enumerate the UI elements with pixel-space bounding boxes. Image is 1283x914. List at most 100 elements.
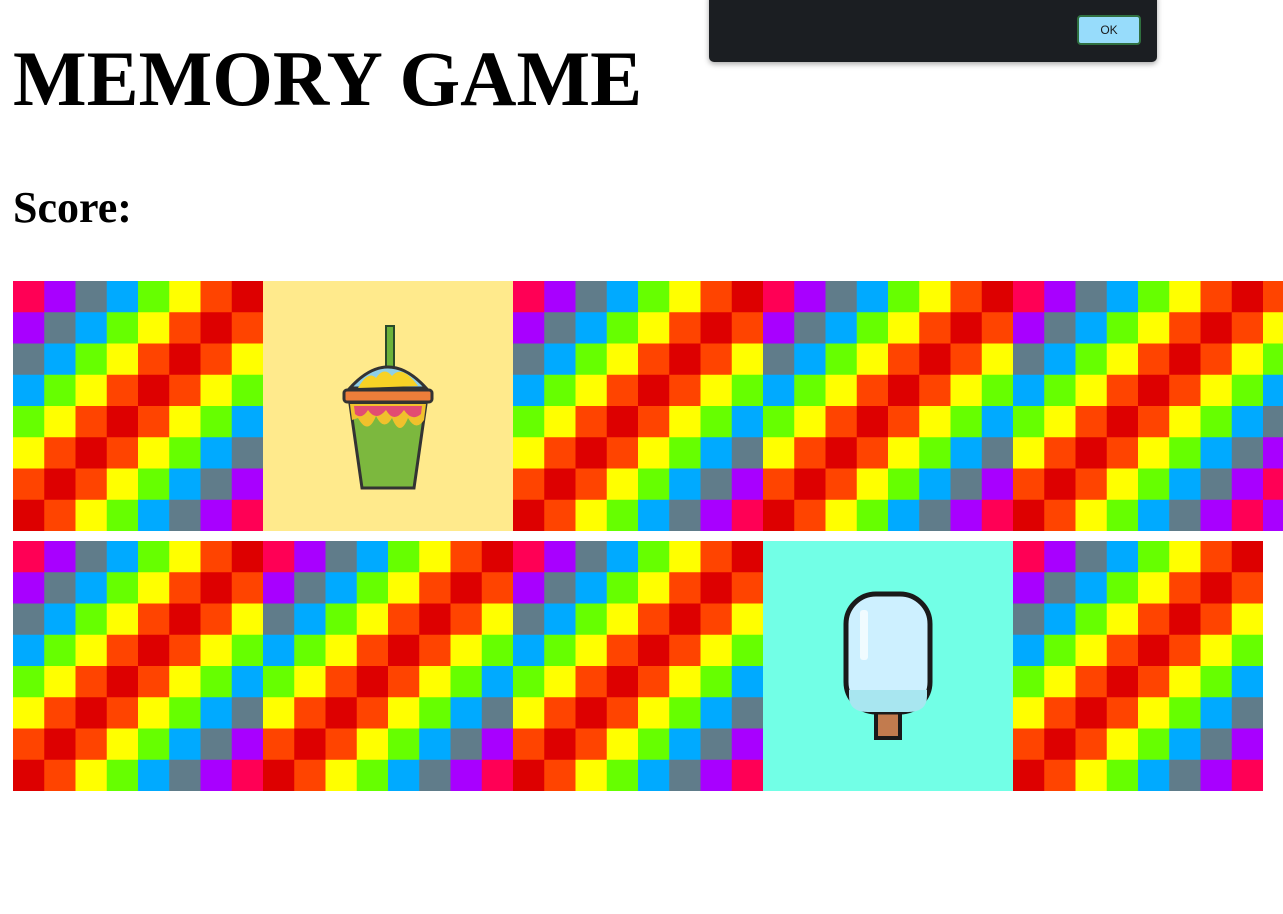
checker-cell: [44, 281, 76, 313]
checker-cell: [481, 759, 513, 791]
checker-cell: [169, 374, 201, 407]
checker-cell: [575, 759, 608, 791]
checker-pattern: [13, 541, 263, 791]
checker-pattern: [1013, 541, 1263, 791]
checker-cell: [106, 374, 139, 407]
checker-cell: [544, 343, 576, 376]
page-title: MEMORY GAME: [13, 35, 643, 122]
checker-cell: [1200, 572, 1233, 604]
checker-cell: [638, 437, 670, 469]
checker-cell: [1200, 281, 1233, 313]
checker-cell: [1138, 468, 1170, 501]
checker-cell: [200, 281, 233, 313]
checker-cell: [575, 666, 608, 698]
checker-cell: [638, 406, 670, 438]
checker-cell: [1169, 759, 1201, 791]
checker-cell: [1231, 634, 1263, 667]
card-back[interactable]: [13, 281, 263, 531]
checker-cell: [513, 728, 545, 761]
checker-cell: [200, 541, 233, 573]
checker-cell: [981, 343, 1013, 376]
checker-cell: [450, 572, 483, 604]
checker-cell: [669, 406, 701, 438]
card-face-slushie[interactable]: [263, 281, 513, 531]
popsicle-icon: [843, 591, 933, 740]
checker-cell: [450, 541, 483, 573]
checker-cell: [481, 541, 513, 573]
checker-cell: [231, 634, 263, 667]
checker-cell: [138, 541, 170, 573]
checker-cell: [1138, 499, 1170, 531]
checker-cell: [731, 499, 763, 531]
checker-cell: [231, 499, 263, 531]
checker-cell: [75, 759, 108, 791]
checker-cell: [138, 343, 170, 376]
checker-cell: [1231, 374, 1264, 407]
checker-cell: [575, 541, 608, 573]
checker-cell: [75, 468, 108, 501]
checker-cell: [44, 572, 76, 604]
checker-cell: [138, 666, 170, 698]
checker-cell: [1075, 541, 1108, 573]
checker-cell: [1231, 468, 1264, 501]
checker-cell: [700, 499, 733, 531]
checker-cell: [481, 697, 513, 729]
ok-button[interactable]: OK: [1077, 15, 1141, 45]
card-back[interactable]: [263, 541, 513, 791]
checker-cell: [106, 697, 139, 729]
card-back[interactable]: [513, 281, 763, 531]
checker-cell: [1013, 468, 1045, 501]
checker-cell: [731, 728, 763, 761]
checker-cell: [950, 343, 983, 376]
checker-cell: [763, 281, 795, 313]
checker-cell: [75, 406, 108, 438]
checker-cell: [325, 634, 358, 667]
checker-cell: [856, 374, 889, 407]
checker-cell: [919, 406, 951, 438]
checker-cell: [1044, 406, 1076, 438]
checker-cell: [731, 468, 763, 501]
checker-cell: [138, 634, 170, 667]
card-back[interactable]: [763, 281, 1013, 531]
checker-cell: [763, 437, 795, 469]
checker-cell: [1013, 759, 1045, 791]
checker-cell: [356, 603, 389, 636]
checker-cell: [544, 499, 576, 531]
card-face-popsicle[interactable]: [763, 541, 1013, 791]
checker-cell: [44, 374, 76, 407]
checker-cell: [1231, 281, 1264, 313]
checker-cell: [513, 343, 545, 376]
checker-cell: [1106, 541, 1139, 573]
checker-cell: [200, 406, 233, 438]
checker-cell: [700, 343, 733, 376]
card-back[interactable]: [13, 541, 263, 791]
checker-cell: [1169, 437, 1201, 469]
checker-cell: [638, 281, 670, 313]
checker-cell: [1169, 697, 1201, 729]
checker-pattern: [13, 281, 263, 531]
checker-cell: [200, 468, 233, 501]
checker-cell: [1106, 343, 1139, 376]
checker-cell: [1044, 468, 1076, 501]
checker-cell: [575, 697, 608, 729]
checker-cell: [231, 728, 263, 761]
checker-cell: [13, 697, 45, 729]
card-back[interactable]: [513, 541, 763, 791]
checker-cell: [606, 437, 639, 469]
checker-cell: [981, 437, 1013, 469]
checker-cell: [575, 312, 608, 344]
checker-cell: [888, 343, 920, 376]
card-back[interactable]: [1013, 541, 1263, 791]
checker-cell: [1138, 634, 1170, 667]
card-back[interactable]: [1013, 281, 1283, 531]
checker-cell: [669, 374, 701, 407]
checker-cell: [169, 343, 201, 376]
checker-cell: [700, 374, 733, 407]
checker-cell: [544, 406, 576, 438]
checker-cell: [700, 572, 733, 604]
checker-cell: [106, 634, 139, 667]
checker-cell: [1044, 666, 1076, 698]
checker-cell: [1044, 697, 1076, 729]
checker-cell: [1200, 437, 1233, 469]
checker-cell: [1263, 312, 1283, 344]
